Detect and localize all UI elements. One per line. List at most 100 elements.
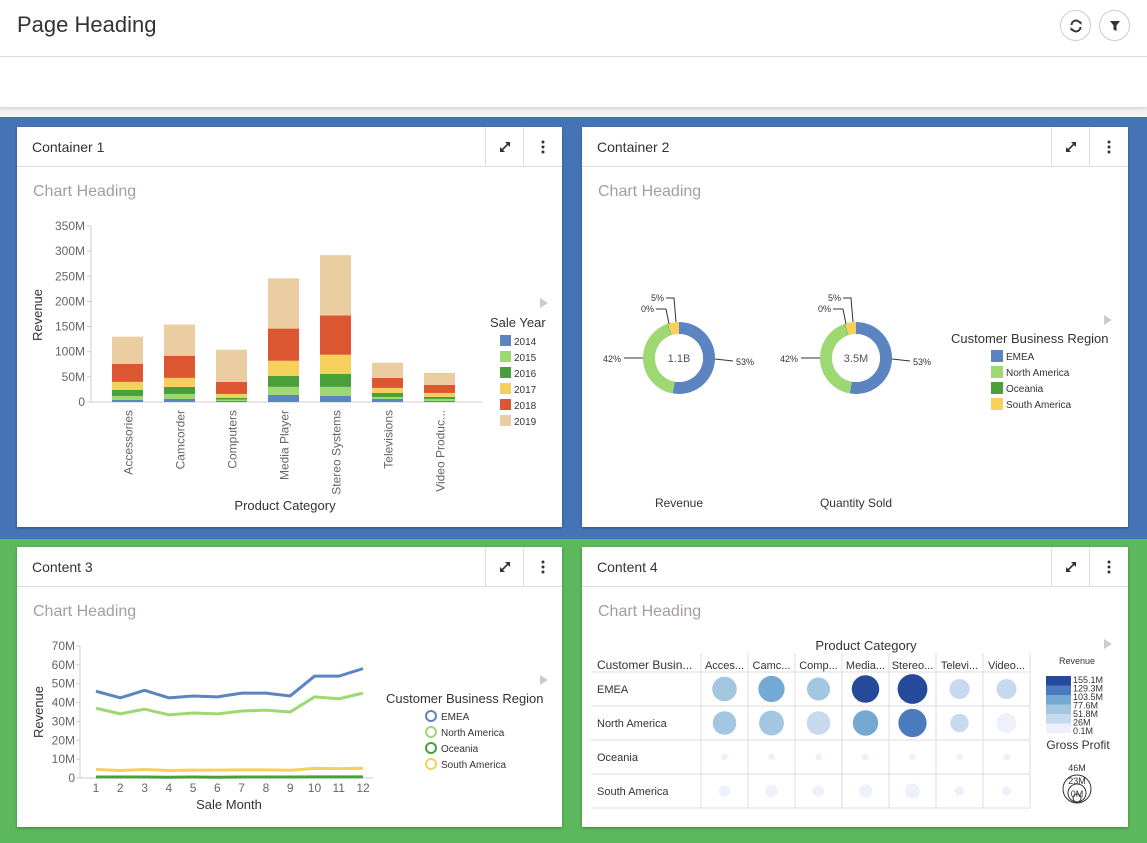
bubble-cell[interactable] bbox=[768, 753, 775, 761]
bar-segment-2019[interactable] bbox=[372, 362, 403, 378]
bar-segment-2019[interactable] bbox=[216, 349, 247, 382]
bar-segment-2014[interactable] bbox=[424, 400, 455, 402]
bar-segment-2017[interactable] bbox=[424, 392, 455, 397]
bar-segment-2015[interactable] bbox=[216, 399, 247, 401]
more-options-button[interactable] bbox=[1089, 127, 1127, 167]
y-tick-label: 200M bbox=[55, 294, 85, 308]
bubble-cell[interactable] bbox=[806, 677, 831, 701]
line-series-emea[interactable] bbox=[95, 667, 364, 700]
bubble-cell[interactable] bbox=[956, 753, 963, 761]
bar-segment-2017[interactable] bbox=[216, 393, 247, 398]
bar-segment-2019[interactable] bbox=[424, 372, 455, 385]
bar-segment-2017[interactable] bbox=[112, 381, 143, 390]
row-header-title: Customer Busin... bbox=[597, 658, 692, 672]
legend-label: EMEA bbox=[441, 712, 470, 723]
bar-segment-2017[interactable] bbox=[320, 354, 351, 374]
legend-swatch bbox=[991, 366, 1003, 378]
donut-center-value: 1.1B bbox=[668, 353, 691, 365]
bar-segment-2016[interactable] bbox=[216, 397, 247, 400]
bubble-cell[interactable] bbox=[806, 711, 831, 735]
bar-segment-2014[interactable] bbox=[372, 398, 403, 402]
bubble-cell[interactable] bbox=[996, 712, 1017, 734]
refresh-button[interactable] bbox=[1060, 10, 1091, 41]
bar-segment-2019[interactable] bbox=[268, 278, 299, 329]
bubble-cell[interactable] bbox=[852, 710, 879, 736]
line-series-south-america[interactable] bbox=[95, 766, 364, 772]
legend-swatch bbox=[500, 335, 511, 346]
bubble-cell[interactable] bbox=[898, 708, 927, 738]
bubble-cell[interactable] bbox=[862, 753, 869, 761]
maximize-button[interactable] bbox=[485, 127, 523, 167]
bubble-cell[interactable] bbox=[712, 711, 737, 735]
bubble-cell[interactable] bbox=[765, 784, 778, 798]
maximize-button[interactable] bbox=[1051, 127, 1089, 167]
slice-label-south-america: 5% bbox=[828, 293, 841, 303]
bubble-cell[interactable] bbox=[909, 753, 916, 761]
bar-segment-2018[interactable] bbox=[372, 377, 403, 388]
bar-segment-2014[interactable] bbox=[320, 395, 351, 402]
bar-segment-2018[interactable] bbox=[216, 381, 247, 394]
bar-segment-2016[interactable] bbox=[112, 389, 143, 396]
bar-segment-2017[interactable] bbox=[372, 387, 403, 393]
maximize-button[interactable] bbox=[1051, 547, 1089, 587]
bar-segment-2018[interactable] bbox=[112, 363, 143, 382]
bar-segment-2018[interactable] bbox=[164, 355, 195, 378]
bubble-cell[interactable] bbox=[721, 753, 728, 761]
card-title: Container 1 bbox=[32, 139, 105, 155]
bar-segment-2016[interactable] bbox=[268, 375, 299, 387]
maximize-button[interactable] bbox=[485, 547, 523, 587]
bubble-cell[interactable] bbox=[759, 710, 784, 736]
bar-segment-2019[interactable] bbox=[320, 255, 351, 316]
legend-scroll-arrow[interactable] bbox=[1104, 639, 1112, 649]
bar-segment-2015[interactable] bbox=[268, 386, 299, 395]
bar-segment-2016[interactable] bbox=[320, 373, 351, 387]
bubble-cell[interactable] bbox=[858, 784, 873, 798]
bubble-cell[interactable] bbox=[758, 675, 785, 703]
bubble-cell[interactable] bbox=[851, 675, 880, 703]
bubble-cell[interactable] bbox=[815, 753, 822, 761]
bar-segment-2019[interactable] bbox=[112, 336, 143, 364]
bar-segment-2017[interactable] bbox=[164, 377, 195, 387]
bar-segment-2017[interactable] bbox=[268, 360, 299, 376]
bar-segment-2015[interactable] bbox=[424, 398, 455, 401]
bubble-cell[interactable] bbox=[1001, 786, 1012, 796]
bubble-cell[interactable] bbox=[905, 783, 920, 799]
bar-segment-2014[interactable] bbox=[112, 399, 143, 402]
size-legend-label: 0M bbox=[1071, 789, 1084, 799]
bar-segment-2018[interactable] bbox=[424, 384, 455, 393]
bar-segment-2019[interactable] bbox=[164, 324, 195, 356]
row-header: North America bbox=[597, 718, 668, 730]
more-vertical-icon bbox=[1107, 560, 1110, 574]
bar-segment-2014[interactable] bbox=[216, 400, 247, 402]
bubble-cell[interactable] bbox=[897, 674, 928, 704]
bubble-cell[interactable] bbox=[1003, 753, 1010, 761]
bubble-cell[interactable] bbox=[950, 713, 969, 733]
bar-segment-2014[interactable] bbox=[164, 398, 195, 402]
legend-scroll-arrow[interactable] bbox=[540, 298, 548, 308]
bar-segment-2015[interactable] bbox=[112, 395, 143, 400]
bar-segment-2014[interactable] bbox=[268, 394, 299, 402]
x-tick-label: 5 bbox=[190, 781, 197, 795]
bubble-cell[interactable] bbox=[712, 676, 737, 702]
legend-scroll-arrow[interactable] bbox=[540, 675, 548, 685]
bubble-cell[interactable] bbox=[996, 678, 1017, 700]
more-options-button[interactable] bbox=[523, 127, 561, 167]
bubble-cell[interactable] bbox=[949, 678, 970, 700]
bar-segment-2018[interactable] bbox=[320, 315, 351, 355]
more-options-button[interactable] bbox=[1089, 547, 1127, 587]
row-header: Oceania bbox=[597, 752, 639, 764]
legend-scroll-arrow[interactable] bbox=[1104, 315, 1112, 325]
more-options-button[interactable] bbox=[523, 547, 561, 587]
bubble-cell[interactable] bbox=[954, 786, 965, 796]
bar-segment-2016[interactable] bbox=[424, 396, 455, 399]
bar-segment-2015[interactable] bbox=[320, 386, 351, 396]
bar-segment-2018[interactable] bbox=[268, 328, 299, 361]
bar-segment-2015[interactable] bbox=[164, 393, 195, 399]
bar-segment-2015[interactable] bbox=[372, 396, 403, 399]
bar-segment-2016[interactable] bbox=[372, 392, 403, 397]
bubble-cell[interactable] bbox=[718, 785, 731, 797]
bubble-cell[interactable] bbox=[812, 785, 825, 797]
bar-segment-2016[interactable] bbox=[164, 386, 195, 394]
filter-button[interactable] bbox=[1099, 10, 1130, 41]
slice-label-north-america: 42% bbox=[603, 354, 621, 364]
